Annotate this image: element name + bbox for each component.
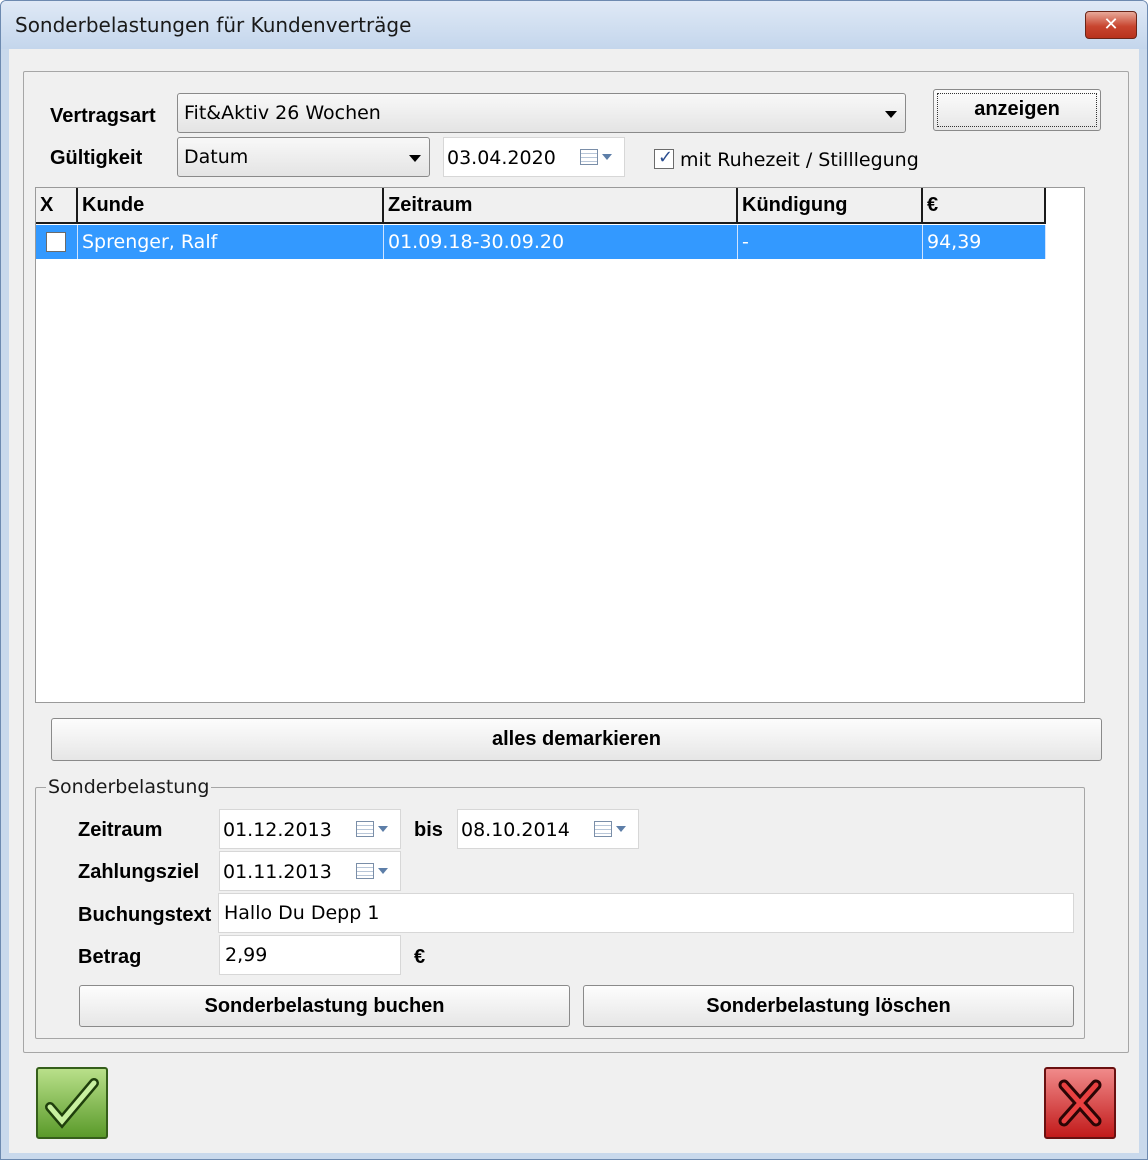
betrag-input[interactable]: 2,99 (219, 935, 401, 975)
group-title: Sonderbelastung (46, 776, 212, 798)
buchungstext-value: Hallo Du Depp 1 (224, 902, 380, 924)
gueltigkeit-select[interactable]: Datum (177, 137, 430, 177)
currency-label: € (414, 946, 426, 968)
ruhezeit-checkbox[interactable]: ✓ (654, 147, 674, 169)
chevron-down-icon (616, 826, 626, 832)
calendar-icon[interactable] (356, 821, 374, 837)
column-header-kunde[interactable]: Kunde (78, 188, 384, 224)
cell-betrag: 94,39 (923, 225, 1046, 259)
gueltigkeit-date-value: 03.04.2020 (447, 147, 556, 169)
calendar-icon[interactable] (356, 863, 374, 879)
row-checkbox-cell[interactable]: ✔ (36, 225, 78, 259)
gueltigkeit-date-picker[interactable]: 03.04.2020 (443, 137, 625, 177)
sonderbelastung-buchen-button[interactable]: Sonderbelastung buchen (79, 985, 570, 1027)
contracts-table[interactable]: X Kunde Zeitraum Kündigung € ✔ Sprenger,… (35, 187, 1085, 703)
zeitraum-to-value: 08.10.2014 (461, 819, 570, 841)
cell-zeitraum: 01.09.18-30.09.20 (384, 225, 738, 259)
buchungstext-input[interactable]: Hallo Du Depp 1 (218, 893, 1074, 933)
dialog-window: Sonderbelastungen für Kundenverträge ✕ V… (0, 0, 1148, 1160)
column-header-zeitraum[interactable]: Zeitraum (384, 188, 738, 224)
zeitraum-to-picker[interactable]: 08.10.2014 (457, 809, 639, 849)
bis-label: bis (414, 819, 443, 841)
gueltigkeit-label: Gültigkeit (50, 147, 143, 169)
zeitraum-label: Zeitraum (78, 819, 163, 841)
x-icon (1058, 1079, 1102, 1127)
gueltigkeit-value: Datum (184, 146, 249, 168)
anzeigen-button[interactable]: anzeigen (933, 89, 1101, 131)
chevron-down-icon (602, 154, 612, 160)
chevron-down-icon (378, 868, 388, 874)
cell-kunde: Sprenger, Ralf (78, 225, 384, 259)
check-icon: ✓ (658, 147, 674, 168)
ok-button[interactable] (36, 1067, 108, 1139)
cell-kuendigung: - (738, 225, 923, 259)
alles-demarkieren-button[interactable]: alles demarkieren (51, 718, 1102, 761)
betrag-label: Betrag (78, 946, 142, 968)
chevron-down-icon (409, 155, 421, 162)
vertragsart-select[interactable]: Fit&Aktiv 26 Wochen (177, 93, 906, 133)
table-header: X Kunde Zeitraum Kündigung € (36, 188, 1046, 224)
check-icon: ✔ (50, 230, 66, 251)
calendar-icon[interactable] (594, 821, 612, 837)
buchungstext-label: Buchungstext (78, 904, 212, 926)
row-checkbox[interactable]: ✔ (46, 230, 66, 252)
zahlungsziel-value: 01.11.2013 (223, 861, 332, 883)
close-icon: ✕ (1103, 14, 1119, 35)
ruhezeit-label: mit Ruhezeit / Stilllegung (680, 149, 919, 171)
chevron-down-icon (378, 826, 388, 832)
zahlungsziel-picker[interactable]: 01.11.2013 (219, 851, 401, 891)
dialog-client-area: Vertragsart Fit&Aktiv 26 Wochen anzeigen… (9, 49, 1139, 1153)
zeitraum-from-value: 01.12.2013 (223, 819, 332, 841)
close-button[interactable]: ✕ (1085, 11, 1137, 39)
title-bar: Sonderbelastungen für Kundenverträge ✕ (1, 1, 1147, 49)
column-header-x[interactable]: X (36, 188, 78, 224)
vertragsart-label: Vertragsart (50, 105, 156, 127)
cancel-button[interactable] (1044, 1067, 1116, 1139)
calendar-icon[interactable] (580, 149, 598, 165)
window-title: Sonderbelastungen für Kundenverträge (15, 13, 412, 37)
column-header-betrag[interactable]: € (923, 188, 1046, 224)
chevron-down-icon (885, 111, 897, 118)
vertragsart-value: Fit&Aktiv 26 Wochen (184, 102, 381, 124)
betrag-value: 2,99 (225, 944, 268, 966)
check-icon (45, 1078, 99, 1129)
column-header-kuendigung[interactable]: Kündigung (738, 188, 923, 224)
zahlungsziel-label: Zahlungsziel (78, 861, 200, 883)
zeitraum-from-picker[interactable]: 01.12.2013 (219, 809, 401, 849)
sonderbelastung-loeschen-button[interactable]: Sonderbelastung löschen (583, 985, 1074, 1027)
table-row[interactable]: ✔ Sprenger, Ralf 01.09.18-30.09.20 - 94,… (36, 225, 1046, 259)
